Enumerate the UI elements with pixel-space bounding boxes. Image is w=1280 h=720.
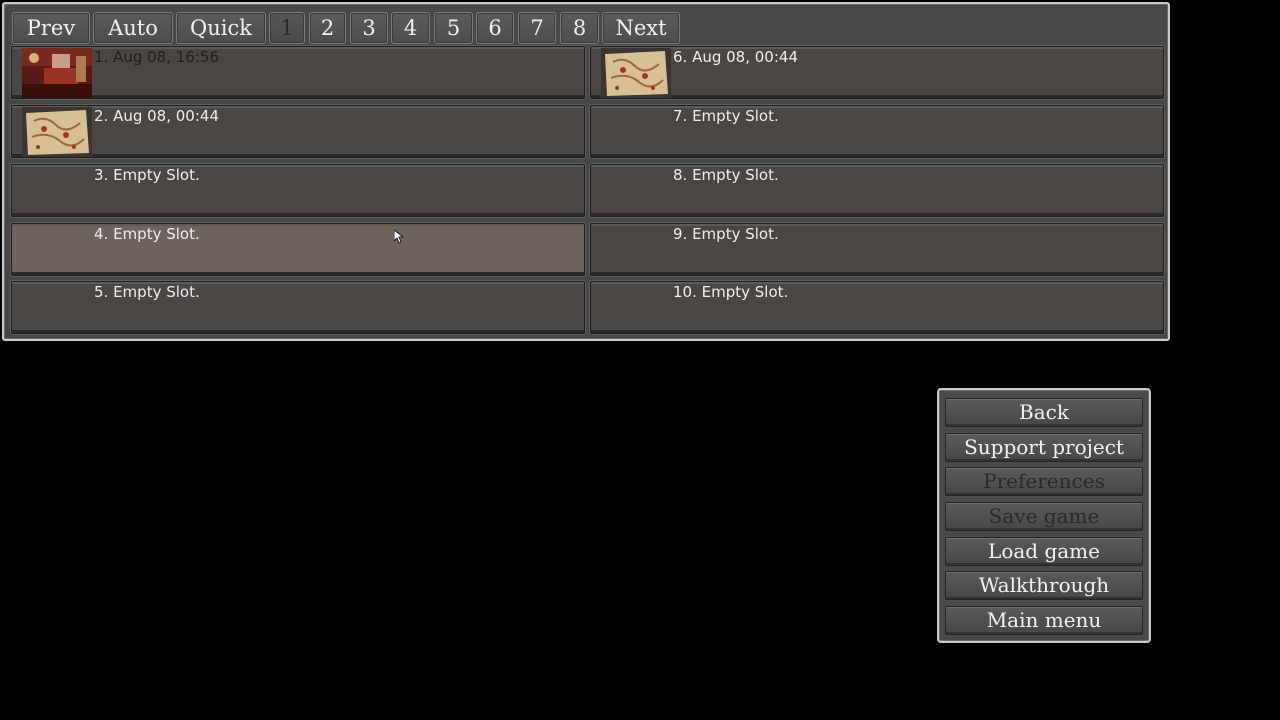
- arrow-cursor-icon: [394, 230, 404, 244]
- save-slot-8[interactable]: 8. Empty Slot.: [590, 164, 1164, 217]
- slot-6-thumbnail: [601, 48, 671, 98]
- map-scene-thumbnail-icon: [22, 107, 92, 157]
- save-slot-10[interactable]: 10. Empty Slot.: [590, 281, 1164, 334]
- slot-6-label: 6. Aug 08, 00:44: [673, 48, 798, 66]
- slot-10-label: 10. Empty Slot.: [673, 283, 789, 301]
- game-menu-panel: Back Support project Preferences Save ga…: [937, 388, 1151, 643]
- slot-3-label: 3. Empty Slot.: [94, 166, 200, 184]
- load-game-button[interactable]: Load game: [945, 537, 1143, 566]
- save-slot-1[interactable]: 1. Aug 08, 16:56: [11, 46, 585, 99]
- page-1-button[interactable]: 1: [269, 12, 305, 44]
- save-slot-6[interactable]: 6. Aug 08, 00:44: [590, 46, 1164, 99]
- page-3-button[interactable]: 3: [350, 12, 388, 44]
- slot-4-label: 4. Empty Slot.: [94, 225, 200, 243]
- page-6-button[interactable]: 6: [476, 12, 514, 44]
- save-slot-9[interactable]: 9. Empty Slot.: [590, 223, 1164, 276]
- save-load-panel: Prev Auto Quick 1 2 3 4 5 6 7 8 Next 1. …: [2, 2, 1170, 341]
- slot-5-label: 5. Empty Slot.: [94, 283, 200, 301]
- slot-2-label: 2. Aug 08, 00:44: [94, 107, 219, 125]
- room-scene-thumbnail-icon: [22, 48, 92, 98]
- page-5-button[interactable]: 5: [434, 12, 473, 44]
- page-8-button[interactable]: 8: [560, 12, 599, 44]
- prev-page-button[interactable]: Prev: [12, 12, 90, 44]
- save-slot-5[interactable]: 5. Empty Slot.: [11, 281, 585, 334]
- main-menu-button[interactable]: Main menu: [945, 606, 1143, 635]
- page-7-button[interactable]: 7: [518, 12, 556, 44]
- support-project-button[interactable]: Support project: [945, 433, 1143, 462]
- walkthrough-button[interactable]: Walkthrough: [945, 571, 1143, 600]
- slot-2-thumbnail: [22, 107, 92, 157]
- auto-saves-button[interactable]: Auto: [93, 12, 173, 44]
- page-2-button[interactable]: 2: [309, 12, 346, 44]
- slot-7-label: 7. Empty Slot.: [673, 107, 779, 125]
- slot-9-label: 9. Empty Slot.: [673, 225, 779, 243]
- slot-1-label: 1. Aug 08, 16:56: [94, 48, 219, 66]
- save-slot-7[interactable]: 7. Empty Slot.: [590, 105, 1164, 158]
- quick-saves-button[interactable]: Quick: [176, 12, 266, 44]
- slot-8-label: 8. Empty Slot.: [673, 166, 779, 184]
- page-4-button[interactable]: 4: [391, 12, 430, 44]
- back-button[interactable]: Back: [945, 398, 1143, 427]
- save-game-button[interactable]: Save game: [945, 502, 1143, 531]
- slot-1-thumbnail: [22, 48, 92, 98]
- save-slot-4[interactable]: 4. Empty Slot.: [11, 223, 585, 276]
- save-slot-2[interactable]: 2. Aug 08, 00:44: [11, 105, 585, 158]
- save-slot-3[interactable]: 3. Empty Slot.: [11, 164, 585, 217]
- map-scene-thumbnail-icon: [601, 48, 671, 98]
- next-page-button[interactable]: Next: [602, 12, 680, 44]
- preferences-button[interactable]: Preferences: [945, 467, 1143, 496]
